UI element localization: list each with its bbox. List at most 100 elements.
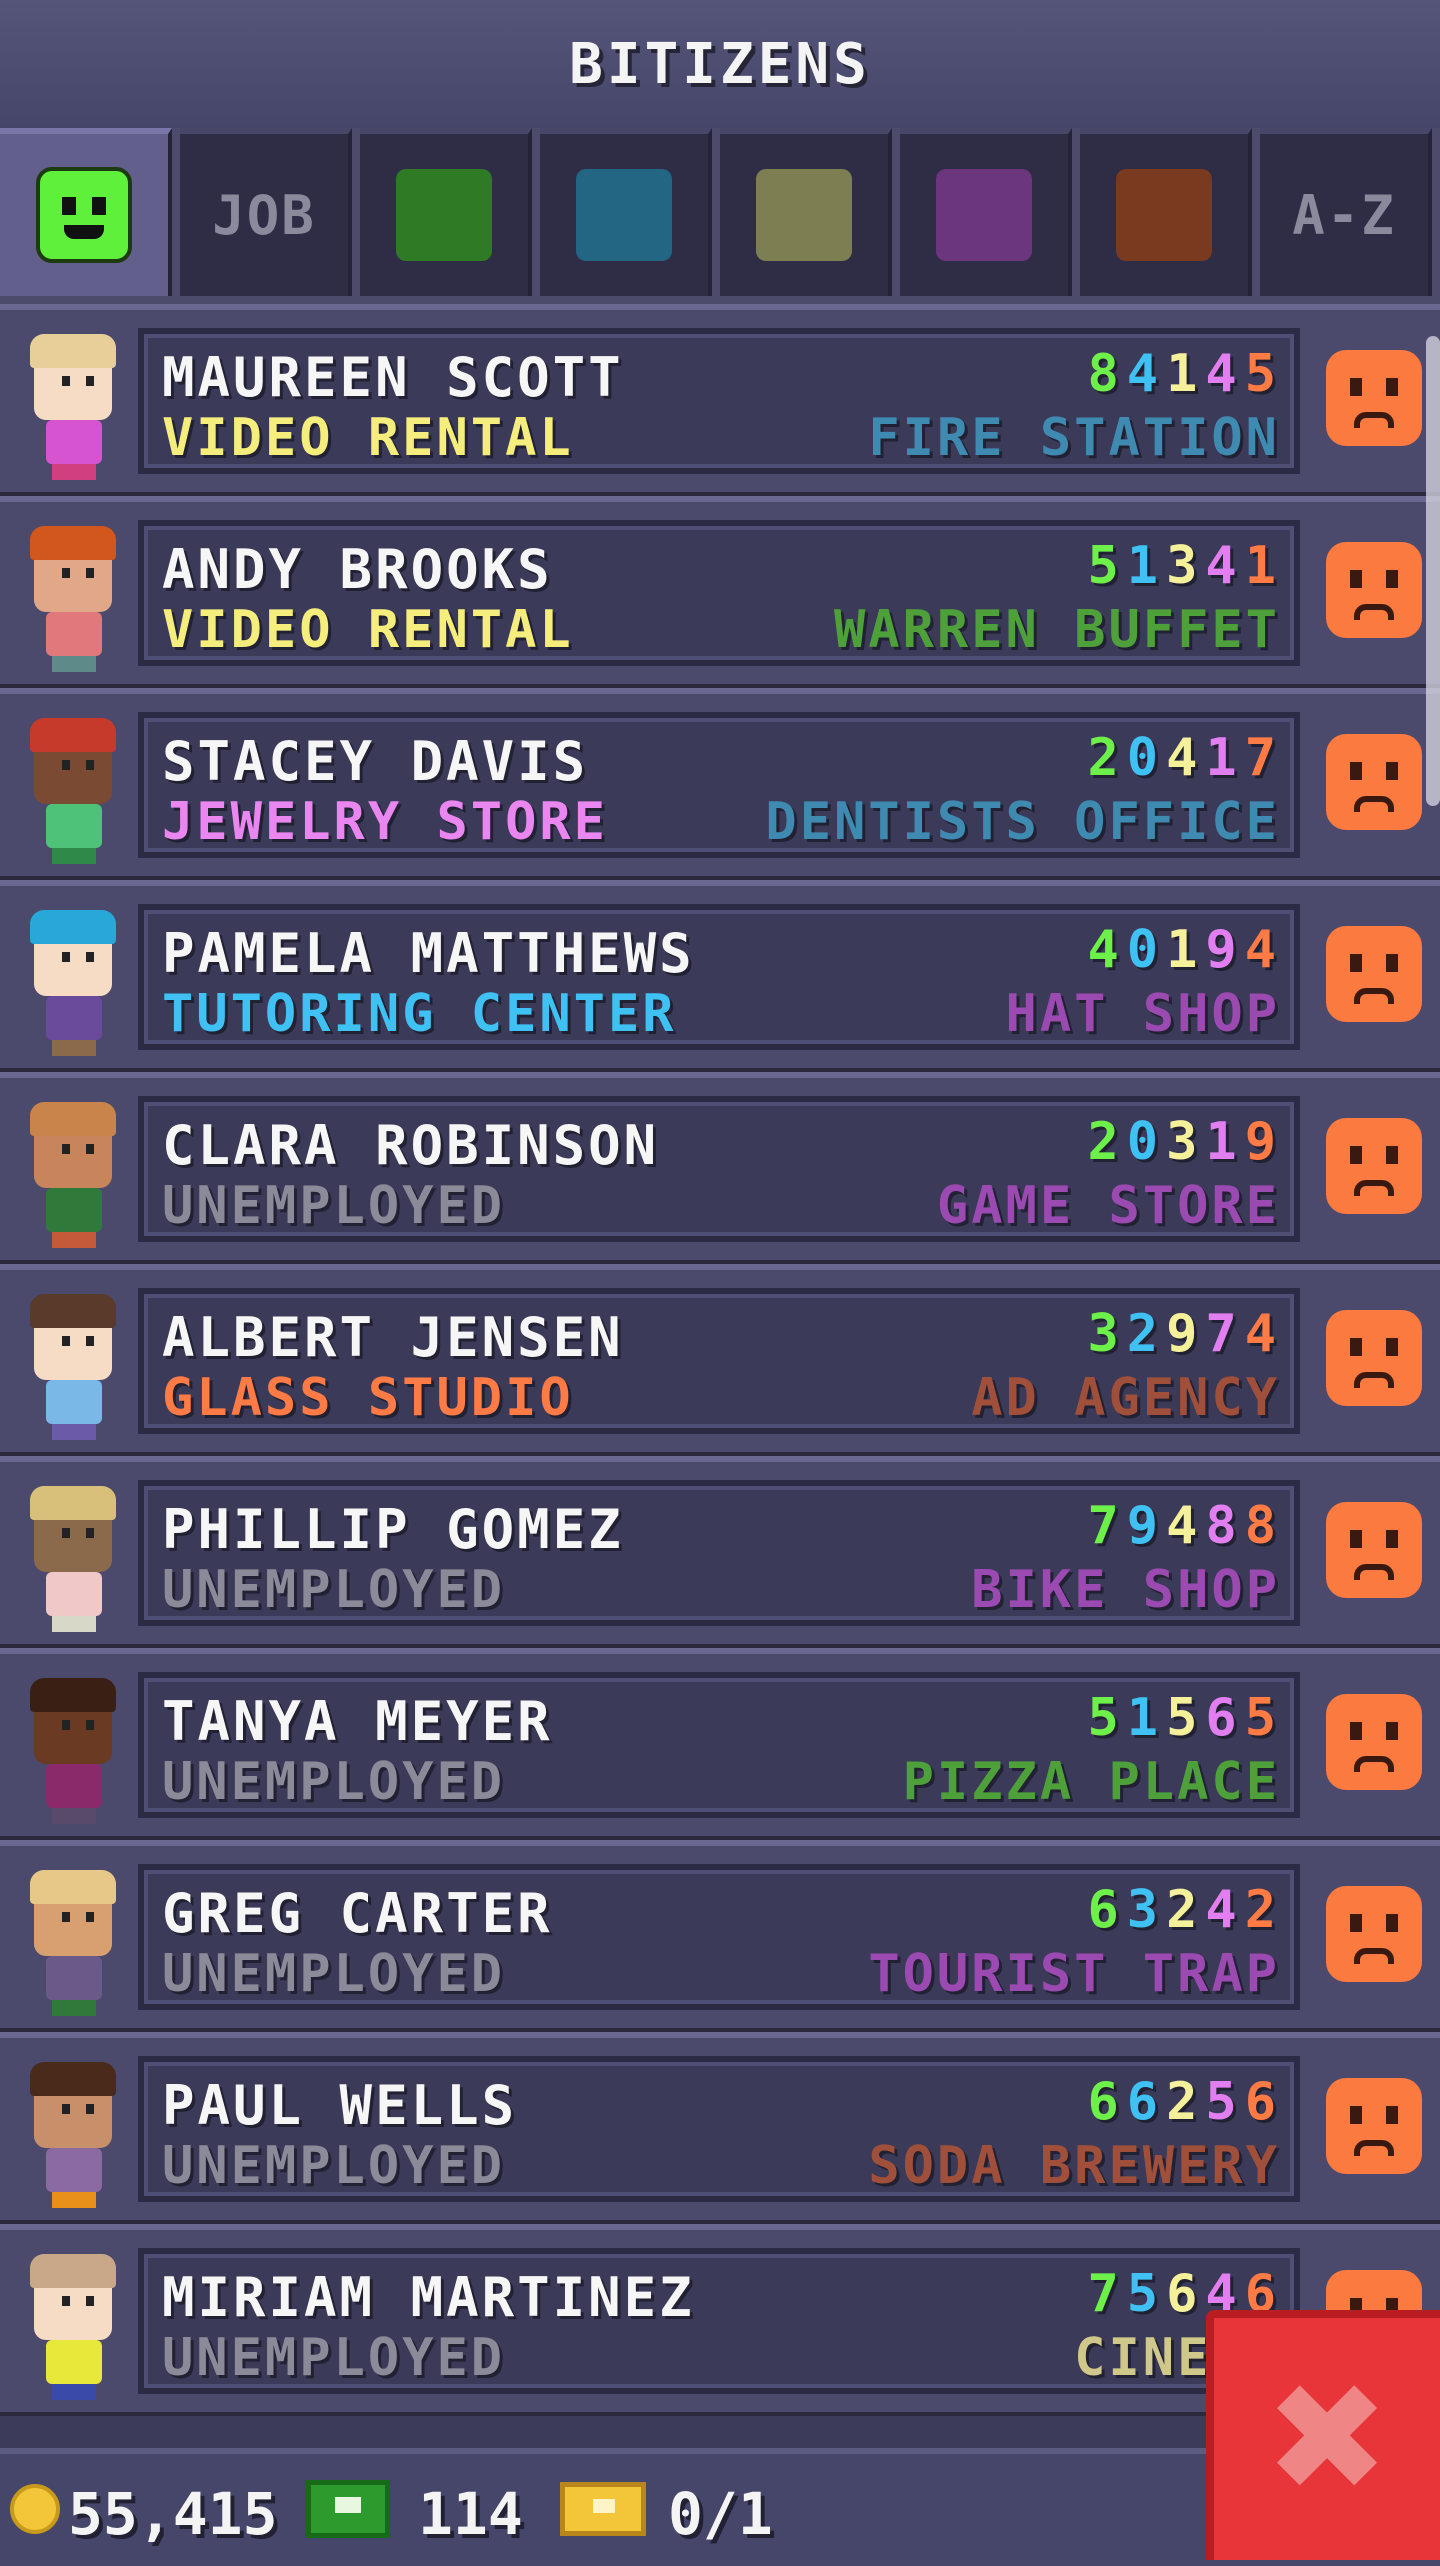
page-title: BITIZENS xyxy=(569,31,871,97)
bitizen-name: PHILLIP GOMEZ xyxy=(162,1498,624,1561)
skill-value: 1 xyxy=(1244,536,1284,596)
bitizen-row[interactable]: PHILLIP GOMEZ UNEMPLOYED 79488 BIKE SHOP xyxy=(0,1456,1440,1648)
bitizen-skills: 66256 xyxy=(1087,2072,1284,2132)
bitizen-row[interactable]: PAMELA MATTHEWS TUTORING CENTER 40194 HAT S… xyxy=(0,880,1440,1072)
skill-value: 5 xyxy=(1087,536,1127,596)
skill-value: 1 xyxy=(1205,728,1245,788)
bux-count: 114 xyxy=(418,2480,523,2548)
bitizen-skills: 20417 xyxy=(1087,728,1284,788)
skill-value: 8 xyxy=(1087,344,1127,404)
bitizen-job: TUTORING CENTER xyxy=(162,984,677,1044)
bitizen-dream-job: SODA BREWERY xyxy=(868,2136,1280,2196)
color-swatch xyxy=(936,169,1032,261)
bitizen-avatar xyxy=(20,1676,130,1826)
skill-value: 9 xyxy=(1205,920,1245,980)
bitizen-name: CLARA ROBINSON xyxy=(162,1114,660,1177)
bitizen-row[interactable]: MAUREEN SCOTT VIDEO RENTAL 84145 FIRE STATI… xyxy=(0,304,1440,496)
bitizen-dream-job: BIKE SHOP xyxy=(971,1560,1280,1620)
bitizen-avatar xyxy=(20,332,130,482)
bitizen-avatar xyxy=(20,716,130,866)
bitizen-name: PAUL WELLS xyxy=(162,2074,518,2137)
header: BITIZENS xyxy=(0,0,1440,132)
tab-az[interactable]: A-Z xyxy=(1260,128,1432,296)
tab-color-6[interactable] xyxy=(1080,128,1252,296)
skill-value: 9 xyxy=(1126,1496,1167,1556)
tab-color-5[interactable] xyxy=(900,128,1072,296)
skill-value: 6 xyxy=(1244,2072,1284,2132)
bitizen-job: UNEMPLOYED xyxy=(162,2136,506,2196)
skill-value: 4 xyxy=(1205,1880,1245,1940)
tab-label: JOB xyxy=(212,183,316,247)
bitizen-name: TANYA MEYER xyxy=(162,1690,553,1753)
tab-happiness[interactable] xyxy=(0,128,172,296)
unhappy-face-icon xyxy=(1326,1502,1422,1598)
bitizen-info-panel: MAUREEN SCOTT VIDEO RENTAL 84145 FIRE STATI… xyxy=(138,328,1300,474)
bitizen-row[interactable]: STACEY DAVIS JEWELRY STORE 20417 DENTISTS O… xyxy=(0,688,1440,880)
color-swatch xyxy=(1116,169,1212,261)
bitizen-skills: 32974 xyxy=(1087,1304,1284,1364)
bitizen-row[interactable]: ANDY BROOKS VIDEO RENTAL 51341 WARREN BUFFE… xyxy=(0,496,1440,688)
bitizen-dream-job: DENTISTS OFFICE xyxy=(765,792,1280,852)
bitizen-avatar xyxy=(20,1868,130,2018)
bitizen-row[interactable]: ALBERT JENSEN GLASS STUDIO 32974 AD AGENCY xyxy=(0,1264,1440,1456)
skill-value: 6 xyxy=(1126,2072,1167,2132)
skill-value: 7 xyxy=(1087,1496,1127,1556)
bitizen-name: ALBERT JENSEN xyxy=(162,1306,624,1369)
bitizen-dream-job: PIZZA PLACE xyxy=(902,1752,1280,1812)
skill-value: 2 xyxy=(1087,728,1127,788)
tab-color-3[interactable] xyxy=(540,128,712,296)
bitizen-skills: 79488 xyxy=(1087,1496,1284,1556)
bitizen-job: UNEMPLOYED xyxy=(162,1752,506,1812)
skill-value: 6 xyxy=(1205,1688,1245,1748)
bitizen-job: UNEMPLOYED xyxy=(162,1176,506,1236)
skill-value: 7 xyxy=(1205,1304,1245,1364)
skill-value: 8 xyxy=(1244,1496,1284,1556)
coin-icon xyxy=(10,2484,60,2534)
close-icon: ✖ xyxy=(1264,2352,1390,2526)
bitizen-avatar xyxy=(20,1484,130,1634)
skill-value: 5 xyxy=(1205,2072,1245,2132)
unhappy-face-icon xyxy=(1326,734,1422,830)
bitizen-skills: 20319 xyxy=(1087,1112,1284,1172)
skill-value: 3 xyxy=(1126,1880,1167,1940)
skill-value: 4 xyxy=(1166,728,1206,788)
bitizen-row[interactable]: PAUL WELLS UNEMPLOYED 66256 SODA BREWERY xyxy=(0,2032,1440,2224)
bitizen-avatar xyxy=(20,2252,130,2402)
happy-face-icon xyxy=(36,167,132,263)
tab-color-2[interactable] xyxy=(360,128,532,296)
bitizen-row[interactable]: GREG CARTER UNEMPLOYED 63242 TOURIST TRAP xyxy=(0,1840,1440,2032)
bitizen-name: MIRIAM MARTINEZ xyxy=(162,2266,695,2329)
bitizen-dream-job: HAT SHOP xyxy=(1005,984,1280,1044)
bitizen-info-panel: PAUL WELLS UNEMPLOYED 66256 SODA BREWERY xyxy=(138,2056,1300,2202)
skill-value: 3 xyxy=(1087,1304,1127,1364)
bitizen-name: STACEY DAVIS xyxy=(162,730,589,793)
skill-value: 9 xyxy=(1244,1112,1284,1172)
bitizen-name: PAMELA MATTHEWS xyxy=(162,922,695,985)
tab-color-4[interactable] xyxy=(720,128,892,296)
color-swatch xyxy=(396,169,492,261)
vip-count: 0/1 xyxy=(668,2480,773,2548)
bitizen-avatar xyxy=(20,908,130,1058)
bitbux-icon xyxy=(306,2480,390,2538)
vip-ticket-icon xyxy=(560,2482,646,2536)
bitizen-info-panel: PAMELA MATTHEWS TUTORING CENTER 40194 HAT S… xyxy=(138,904,1300,1050)
tab-job[interactable]: JOB xyxy=(180,128,352,296)
bitizen-skills: 40194 xyxy=(1087,920,1284,980)
bitizen-name: GREG CARTER xyxy=(162,1882,553,1945)
bitizen-name: MAUREEN SCOTT xyxy=(162,346,624,409)
skill-value: 4 xyxy=(1126,344,1167,404)
close-button[interactable]: ✖ xyxy=(1206,2310,1440,2560)
bitizen-job: GLASS STUDIO xyxy=(162,1368,574,1428)
unhappy-face-icon xyxy=(1326,926,1422,1022)
skill-value: 8 xyxy=(1205,1496,1245,1556)
tab-label: A-Z xyxy=(1292,183,1396,247)
bitizen-row[interactable]: CLARA ROBINSON UNEMPLOYED 20319 GAME STORE xyxy=(0,1072,1440,1264)
bitizen-row[interactable]: TANYA MEYER UNEMPLOYED 51565 PIZZA PLACE xyxy=(0,1648,1440,1840)
bitizen-avatar xyxy=(20,524,130,674)
unhappy-face-icon xyxy=(1326,1694,1422,1790)
skill-value: 0 xyxy=(1126,1112,1167,1172)
unhappy-face-icon xyxy=(1326,2078,1422,2174)
scrollbar[interactable] xyxy=(1426,336,1440,806)
bitizen-info-panel: GREG CARTER UNEMPLOYED 63242 TOURIST TRAP xyxy=(138,1864,1300,2010)
bitizen-avatar xyxy=(20,2060,130,2210)
